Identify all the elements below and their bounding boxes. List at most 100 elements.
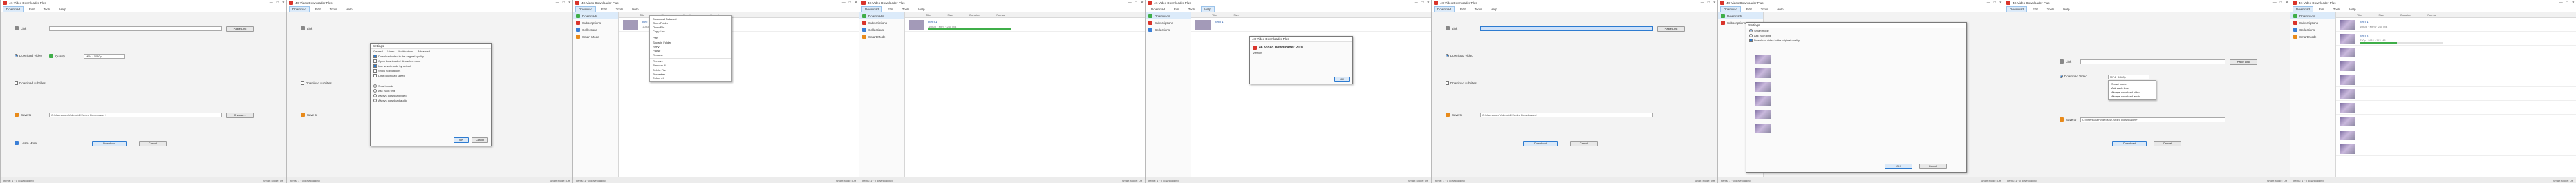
quality-select[interactable]: MP4 · 1080p bbox=[2108, 75, 2149, 79]
dialog-cancel-button[interactable]: Cancel bbox=[1919, 164, 1947, 169]
maximize-button[interactable]: □ bbox=[1421, 1, 1424, 5]
sidebar-item-collections[interactable]: Collections bbox=[859, 26, 904, 33]
mode-radio[interactable] bbox=[373, 89, 377, 93]
menu-download[interactable]: Download bbox=[2293, 6, 2314, 12]
column-title[interactable]: Title bbox=[1212, 13, 1217, 17]
mode-radio[interactable] bbox=[373, 84, 377, 88]
minimize-button[interactable]: — bbox=[270, 1, 273, 5]
download-video-radio[interactable] bbox=[1446, 54, 1449, 57]
menu-tools[interactable]: Tools bbox=[2044, 6, 2058, 12]
menu-edit[interactable]: Edit bbox=[1170, 6, 1183, 12]
menu-tools[interactable]: Tools bbox=[1185, 6, 1200, 12]
minimize-button[interactable]: — bbox=[2273, 1, 2277, 5]
sidebar-item-downloads[interactable]: Downloads bbox=[1718, 12, 1763, 19]
mode-radio[interactable] bbox=[1749, 34, 1753, 37]
menu-edit[interactable]: Edit bbox=[1457, 6, 1469, 12]
menu-download[interactable]: Download bbox=[2006, 6, 2028, 12]
list-item[interactable] bbox=[2336, 59, 2576, 73]
column-format[interactable]: Format bbox=[2427, 13, 2436, 17]
column-duration[interactable]: Duration bbox=[2400, 13, 2411, 17]
cancel-button[interactable]: Cancel bbox=[2154, 141, 2181, 146]
menu-help[interactable]: Help bbox=[628, 6, 642, 12]
option-checkbox[interactable] bbox=[373, 74, 377, 77]
ctx-item[interactable]: Resume bbox=[650, 53, 731, 57]
maximize-button[interactable]: □ bbox=[849, 1, 851, 5]
download-video-radio[interactable] bbox=[2060, 75, 2063, 78]
menu-help[interactable]: Help bbox=[915, 6, 928, 12]
column-duration[interactable]: Duration bbox=[969, 13, 980, 17]
menu-help[interactable]: Help bbox=[56, 6, 69, 12]
minimize-button[interactable]: — bbox=[842, 1, 846, 5]
column-format[interactable]: Format bbox=[996, 13, 1005, 17]
maximize-button[interactable]: □ bbox=[1708, 1, 1710, 5]
menu-download[interactable]: Download bbox=[575, 6, 597, 12]
sidebar-item-subscriptions[interactable]: Subscriptions bbox=[1146, 19, 1191, 26]
menu-help[interactable]: Help bbox=[1773, 6, 1786, 12]
ok-button[interactable]: OK bbox=[454, 137, 469, 143]
maximize-button[interactable]: □ bbox=[1135, 1, 1137, 5]
list-item[interactable] bbox=[2336, 87, 2576, 101]
tab-video[interactable]: Video bbox=[387, 50, 394, 53]
paste-link-button[interactable]: Paste Link bbox=[2230, 59, 2257, 65]
learn-more-link[interactable]: Learn More bbox=[21, 142, 37, 145]
menu-edit[interactable]: Edit bbox=[598, 6, 610, 12]
quality-select[interactable]: MP4 · 1080p bbox=[84, 54, 125, 59]
sidebar-item-collections[interactable]: Collections bbox=[2290, 26, 2335, 33]
menu-edit[interactable]: Edit bbox=[1743, 6, 1755, 12]
menu-download[interactable]: Download bbox=[289, 6, 310, 12]
browse-button[interactable]: Choose... bbox=[226, 113, 254, 118]
about-ok-button[interactable]: OK bbox=[1334, 77, 1350, 82]
save-path-field[interactable]: C:\Users\user\Videos\4K Video Downloader… bbox=[2080, 117, 2225, 122]
mode-radio[interactable] bbox=[373, 99, 377, 102]
option-checkbox[interactable] bbox=[373, 55, 377, 58]
list-item[interactable] bbox=[2336, 142, 2576, 156]
sidebar-item-subscriptions[interactable]: Subscriptions bbox=[2290, 19, 2335, 26]
option-checkbox[interactable] bbox=[373, 59, 377, 63]
ctx-item[interactable]: Select All bbox=[650, 76, 731, 80]
menu-help[interactable]: Help bbox=[1487, 6, 1500, 12]
cancel-button[interactable]: Cancel bbox=[139, 141, 167, 146]
mode-radio[interactable] bbox=[373, 94, 377, 97]
maximize-button[interactable]: □ bbox=[277, 1, 279, 5]
list-item[interactable]: Item 2 720p · MP4 · 112 MB bbox=[2336, 32, 2576, 46]
menu-tools[interactable]: Tools bbox=[1471, 6, 1486, 12]
subtitles-checkbox[interactable] bbox=[301, 81, 304, 85]
link-input[interactable] bbox=[49, 26, 222, 31]
menu-help[interactable]: Help bbox=[2346, 6, 2359, 12]
menu-edit[interactable]: Edit bbox=[26, 6, 38, 12]
option-checkbox[interactable] bbox=[373, 69, 377, 73]
menu-download[interactable]: Download bbox=[3, 6, 24, 12]
menu-help[interactable]: Help bbox=[1201, 6, 1215, 12]
column-title[interactable]: Title bbox=[2357, 13, 2362, 17]
list-item[interactable] bbox=[2336, 46, 2576, 59]
mode-radio[interactable] bbox=[1749, 29, 1753, 32]
sidebar-item-smart-mode[interactable]: Smart Mode bbox=[573, 33, 618, 40]
maximize-button[interactable]: □ bbox=[563, 1, 565, 5]
list-item[interactable] bbox=[2336, 128, 2576, 142]
menu-help[interactable]: Help bbox=[342, 6, 355, 12]
menu-download[interactable]: Download bbox=[1720, 6, 1742, 12]
maximize-button[interactable]: □ bbox=[2566, 1, 2568, 5]
minimize-button[interactable]: — bbox=[1128, 1, 1132, 5]
ok-button[interactable]: OK bbox=[1885, 164, 1912, 169]
close-button[interactable]: ✕ bbox=[1141, 1, 1144, 5]
close-button[interactable]: ✕ bbox=[1999, 1, 2002, 5]
menu-edit[interactable]: Edit bbox=[2315, 6, 2328, 12]
download-button[interactable]: Download bbox=[92, 141, 127, 146]
tab-advanced[interactable]: Advanced bbox=[418, 50, 430, 53]
list-item[interactable] bbox=[2336, 101, 2576, 115]
close-button[interactable]: ✕ bbox=[1713, 1, 1716, 5]
sidebar-item-smart-mode[interactable]: Smart Mode bbox=[859, 33, 904, 40]
cancel-button[interactable]: Cancel bbox=[1570, 141, 1598, 146]
close-button[interactable]: ✕ bbox=[2572, 1, 2575, 5]
sidebar-item-collections[interactable]: Collections bbox=[1146, 26, 1191, 33]
list-item[interactable] bbox=[2336, 73, 2576, 87]
list-item[interactable]: Item 1 1080p · MP4 · 245 MB bbox=[2336, 18, 2576, 32]
tab-general[interactable]: General bbox=[373, 50, 383, 53]
close-button[interactable]: ✕ bbox=[568, 1, 571, 5]
column-size[interactable]: Size bbox=[947, 13, 953, 17]
sidebar-item-subscriptions[interactable]: Subscriptions bbox=[573, 19, 618, 26]
sidebar-item-downloads[interactable]: Downloads bbox=[573, 12, 618, 19]
option-checkbox[interactable] bbox=[1749, 39, 1753, 42]
minimize-button[interactable]: — bbox=[2559, 1, 2563, 5]
